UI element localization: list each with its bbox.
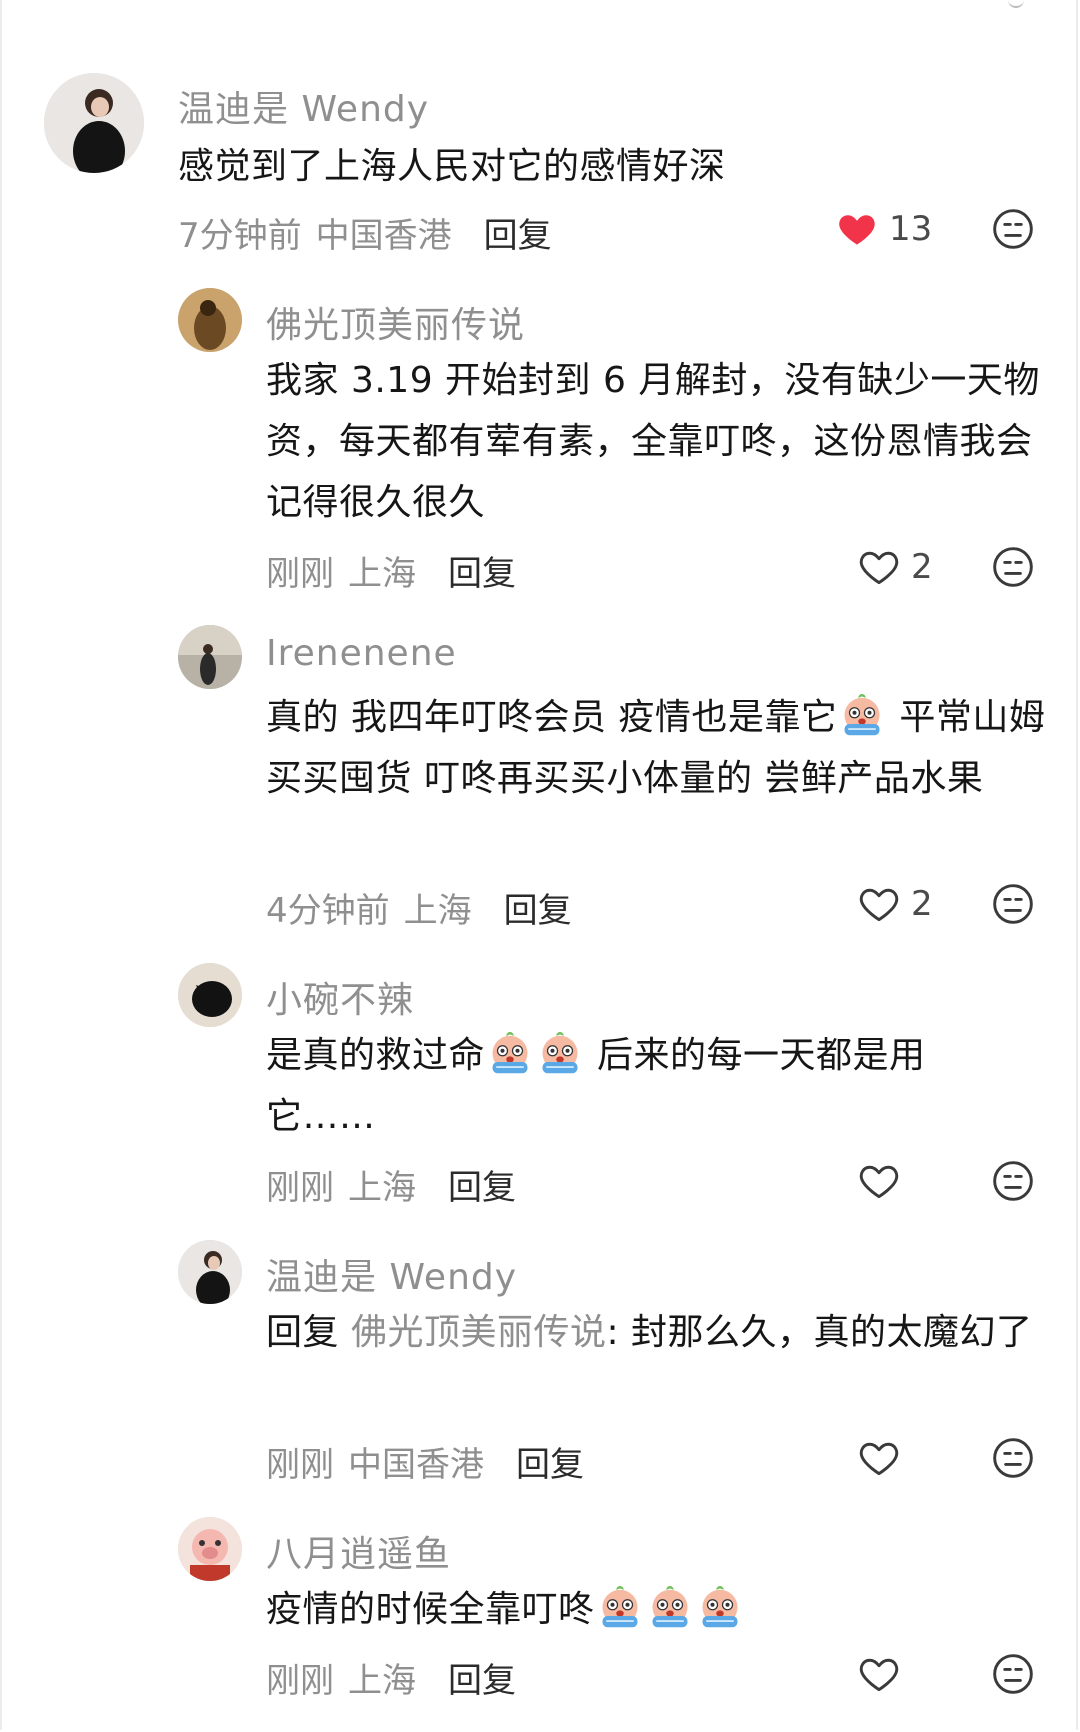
comment-text-part: 真的 我四年叮咚会员 疫情也是靠它 [266, 697, 838, 738]
comment-text-part: : 封那么久，真的太魔幻了 [606, 1312, 1033, 1353]
like-count: 2 [911, 547, 933, 587]
like-button[interactable]: 2 [857, 882, 933, 926]
heart-icon [857, 1159, 901, 1203]
reply-button[interactable]: 回复 [504, 891, 572, 931]
username[interactable]: 温迪是 Wendy [178, 80, 429, 132]
crying-face-emoji [837, 689, 887, 739]
unhappy-face-icon[interactable] [991, 1159, 1035, 1203]
comment-text: 是真的救过命 后来的每一天都是用它…… [266, 1025, 1006, 1147]
like-button[interactable] [857, 1652, 901, 1696]
reply-button[interactable]: 回复 [484, 216, 552, 256]
like-count: 13 [889, 209, 933, 249]
username[interactable]: 佛光顶美丽传说 [266, 296, 525, 348]
comment-location: 上海 [348, 1168, 416, 1208]
comment-time: 7分钟前 [178, 216, 302, 256]
comment-meta: 刚刚 上海 回复 [266, 1653, 530, 1702]
heart-icon [857, 882, 901, 926]
reply-button[interactable]: 回复 [448, 554, 516, 594]
crying-face-emoji [485, 1027, 535, 1077]
unhappy-face-icon[interactable] [991, 207, 1035, 251]
heart-icon [835, 207, 879, 251]
avatar[interactable] [178, 625, 242, 689]
like-button[interactable]: 13 [835, 207, 932, 251]
avatar[interactable] [178, 288, 242, 352]
username[interactable]: 温迪是 Wendy [266, 1248, 517, 1300]
comment-time: 刚刚 [266, 1445, 334, 1485]
unhappy-face-icon[interactable] [991, 882, 1035, 926]
comment-text: 回复 佛光顶美丽传说: 封那么久，真的太魔幻了 [266, 1302, 1046, 1363]
comment-location: 中国香港 [315, 216, 452, 256]
avatar[interactable] [44, 73, 144, 173]
comment-location: 上海 [348, 1661, 416, 1701]
heart-icon [857, 1436, 901, 1480]
unhappy-face-icon[interactable] [991, 545, 1035, 589]
reply-button[interactable]: 回复 [516, 1445, 584, 1485]
comment-meta: 4分钟前 上海 回复 [266, 883, 586, 932]
comment-text: 疫情的时候全靠叮咚 [266, 1579, 1046, 1640]
reply-prefix: 回复 [266, 1312, 351, 1353]
comment-location: 上海 [403, 891, 472, 931]
reply-to-username[interactable]: 佛光顶美丽传说 [351, 1312, 607, 1353]
crying-face-emoji [645, 1581, 695, 1631]
reply-button[interactable]: 回复 [448, 1168, 516, 1208]
username[interactable]: 八月逍遥鱼 [266, 1525, 451, 1577]
crying-face-emoji [695, 1581, 745, 1631]
crying-face-emoji [595, 1581, 645, 1631]
username[interactable]: 小碗不辣 [266, 971, 414, 1023]
avatar[interactable] [178, 1240, 242, 1304]
comment-meta: 7分钟前 中国香港 回复 [178, 208, 566, 257]
comment-text-part: 疫情的时候全靠叮咚 [266, 1589, 595, 1630]
comment-location: 上海 [348, 554, 416, 594]
crying-face-emoji [535, 1027, 585, 1077]
comment-text: 真的 我四年叮咚会员 疫情也是靠它 平常山姆买买囤货 叮咚再买买小体量的 尝鲜产… [266, 687, 1046, 809]
heart-icon [857, 545, 901, 589]
reply-button[interactable]: 回复 [448, 1661, 516, 1701]
comment-time: 刚刚 [266, 554, 334, 594]
like-count: 2 [911, 884, 933, 924]
comment-meta: 刚刚 上海 回复 [266, 546, 530, 595]
avatar[interactable] [178, 963, 242, 1027]
unhappy-face-icon[interactable] [991, 1652, 1035, 1696]
unhappy-face-icon[interactable] [991, 1436, 1035, 1480]
comment-text-part: 是真的救过命 [266, 1035, 486, 1076]
like-button[interactable]: 2 [857, 545, 933, 589]
comment-meta: 刚刚 上海 回复 [266, 1160, 530, 1209]
comment-text: 感觉到了上海人民对它的感情好深 [178, 146, 726, 187]
like-button[interactable] [857, 1159, 901, 1203]
comment-time: 刚刚 [266, 1661, 334, 1701]
username[interactable]: Irenenene [266, 633, 457, 674]
like-button[interactable] [857, 1436, 901, 1480]
comment-meta: 刚刚 中国香港 回复 [266, 1437, 598, 1486]
comment-time: 刚刚 [266, 1168, 334, 1208]
comment-text: 我家 3.19 开始封到 6 月解封，没有缺少一天物资，每天都有荤有素，全靠叮咚… [266, 360, 1040, 523]
comment-time: 4分钟前 [266, 891, 390, 931]
heart-icon [857, 1652, 901, 1696]
comment-location: 中国香港 [348, 1445, 484, 1485]
avatar[interactable] [178, 1517, 242, 1581]
